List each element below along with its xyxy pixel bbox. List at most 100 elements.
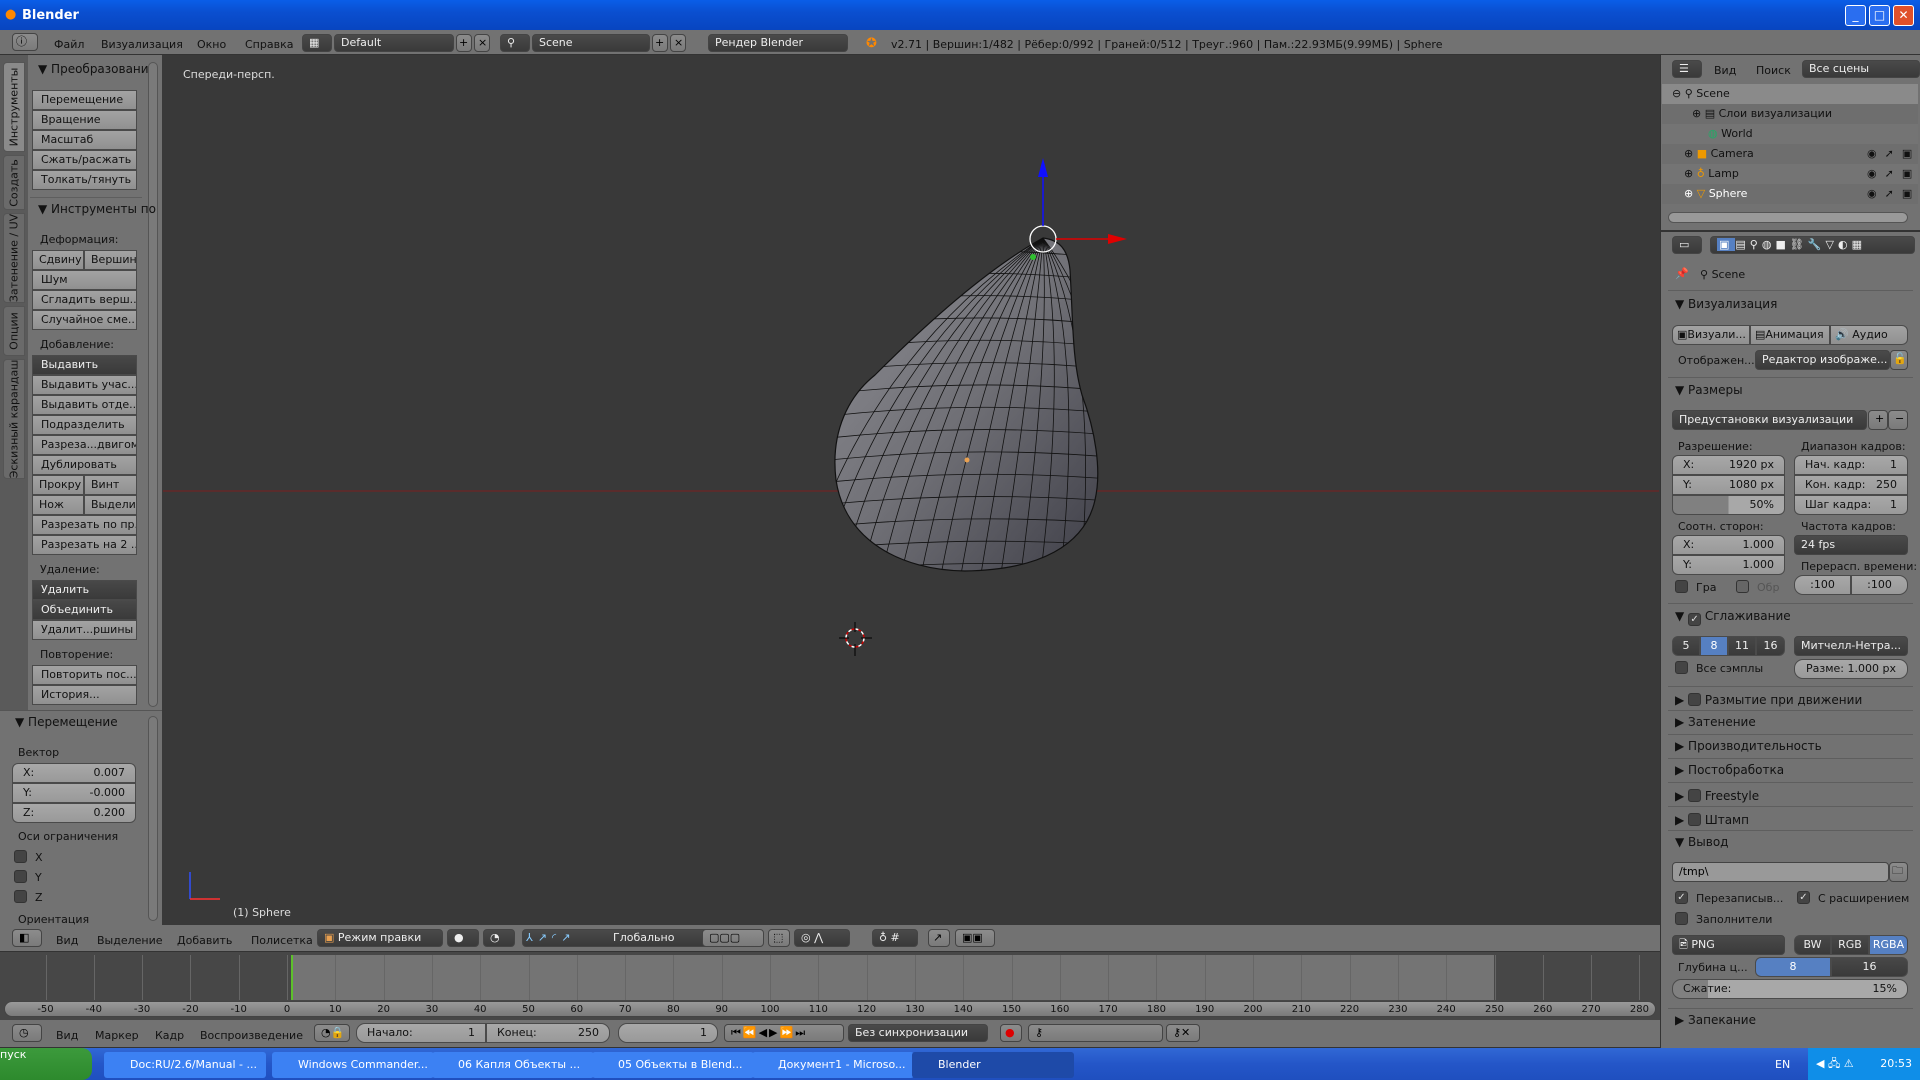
scale-button[interactable]: Масштаб bbox=[32, 130, 137, 150]
aa-samples-5[interactable]: 5 bbox=[1672, 636, 1700, 656]
keyframe-insert-delete-buttons[interactable]: ⚷✕ bbox=[1166, 1024, 1200, 1042]
restrict-icons[interactable]: ◉➚▣ bbox=[1867, 164, 1920, 184]
menu-outliner-search[interactable]: Поиск bbox=[1756, 64, 1791, 77]
constraint-y-checkbox[interactable] bbox=[14, 870, 27, 883]
scene-icon[interactable]: ⚲ bbox=[500, 34, 530, 52]
panel-header-performance[interactable]: ▶ Производительность bbox=[1675, 739, 1822, 753]
menu-frame[interactable]: Кадр bbox=[155, 1029, 184, 1042]
extrude-region-button[interactable]: Выдавить учас... bbox=[32, 375, 137, 395]
menu-select[interactable]: Выделение bbox=[97, 934, 163, 947]
outliner-row-lamp[interactable]: ⊕ ♁ Lamp ◉➚▣ bbox=[1662, 164, 1918, 184]
constraint-x-checkbox[interactable] bbox=[14, 850, 27, 863]
operator-panel-header[interactable]: ▼ Перемещение bbox=[15, 715, 118, 729]
spin-button[interactable]: Прокру bbox=[32, 475, 84, 495]
display-select[interactable]: Редактор изображе... bbox=[1755, 350, 1890, 370]
file-format-select[interactable]: 🖻 PNG bbox=[1672, 935, 1785, 955]
animation-button[interactable]: ▤Анимация bbox=[1750, 325, 1830, 345]
editor-type-3d-button[interactable]: ◧ bbox=[12, 929, 42, 947]
vector-y-field[interactable]: Y: -0.000 bbox=[12, 783, 136, 803]
color-depth-16[interactable]: 16 bbox=[1831, 957, 1908, 977]
frame-end-field[interactable]: Кон. кадр: 250 bbox=[1794, 475, 1908, 495]
add-preset-icon[interactable]: + bbox=[1868, 410, 1888, 430]
editor-type-properties-button[interactable]: ▭ bbox=[1672, 236, 1702, 254]
opengl-render-buttons[interactable]: ▣▣ bbox=[955, 929, 995, 947]
shrink-fatten-button[interactable]: Сжать/расжать bbox=[32, 150, 137, 170]
render-presets-select[interactable]: Предустановки визуализации bbox=[1672, 410, 1867, 430]
time-remap-new-field[interactable]: :100 bbox=[1851, 575, 1908, 595]
crop-checkbox[interactable] bbox=[1736, 580, 1749, 593]
editor-type-outliner-button[interactable]: ☰ bbox=[1672, 60, 1702, 78]
record-button[interactable]: ● bbox=[1000, 1024, 1022, 1042]
menu-playback[interactable]: Воспроизведение bbox=[200, 1029, 303, 1042]
editor-type-info-button[interactable]: ⓘ bbox=[12, 33, 38, 51]
slide-edge-button[interactable]: Сдвину bbox=[32, 250, 84, 270]
menu-timeline-view[interactable]: Вид bbox=[56, 1029, 78, 1042]
menu-window[interactable]: Окно bbox=[197, 38, 226, 51]
audio-button[interactable]: 🔊 Аудио bbox=[1830, 325, 1908, 345]
overwrite-checkbox[interactable]: ✓ bbox=[1675, 891, 1688, 904]
menu-file[interactable]: Файл bbox=[54, 38, 84, 51]
operator-scrollbar[interactable] bbox=[148, 716, 158, 921]
panel-header-stamp[interactable]: ▶ Штамп bbox=[1675, 811, 1749, 827]
language-indicator[interactable]: EN bbox=[1775, 1058, 1790, 1071]
outliner-display-select[interactable]: Все сцены bbox=[1802, 60, 1920, 78]
aspect-x-field[interactable]: X: 1.000 bbox=[1672, 535, 1785, 555]
aspect-y-field[interactable]: Y: 1.000 bbox=[1672, 555, 1785, 575]
knife-button[interactable]: Нож bbox=[32, 495, 84, 515]
color-mode-rgb[interactable]: RGB bbox=[1831, 935, 1869, 955]
editor-type-timeline-button[interactable]: ◷ bbox=[12, 1024, 42, 1042]
outliner-row-world[interactable]: ◍ World bbox=[1662, 124, 1918, 144]
timeline-ruler-scrollbar[interactable] bbox=[4, 1001, 1656, 1017]
subdivide-button[interactable]: Подразделить bbox=[32, 415, 137, 435]
select-mode-buttons[interactable]: ▢▢▢ bbox=[702, 929, 764, 947]
translate-button[interactable]: Перемещение bbox=[32, 90, 137, 110]
end-frame-field[interactable]: Конец: 250 bbox=[486, 1023, 610, 1043]
menu-outliner-view[interactable]: Вид bbox=[1714, 64, 1736, 77]
render-preview-button[interactable]: ↗ bbox=[928, 929, 950, 947]
aa-filter-select[interactable]: Митчелл-Нетра... bbox=[1794, 636, 1908, 656]
delete-dropdown[interactable]: Удалить bbox=[32, 580, 137, 600]
rotate-button[interactable]: Вращение bbox=[32, 110, 137, 130]
tab-grease-pencil[interactable]: Эскизный карандаш bbox=[3, 359, 25, 479]
frame-start-field[interactable]: Нач. кадр: 1 bbox=[1794, 455, 1908, 475]
outliner-row-scene[interactable]: ⊖ ⚲ Scene bbox=[1662, 84, 1918, 104]
add-scene-icon[interactable]: + bbox=[652, 34, 668, 52]
tray-icons[interactable]: ◀ 🖧 ⚠ bbox=[1816, 1057, 1854, 1070]
panel-header-dimensions[interactable]: ▼ Размеры bbox=[1675, 383, 1743, 397]
frame-rate-select[interactable]: 24 fps bbox=[1794, 535, 1908, 555]
compression-slider[interactable]: Сжатие: 15% bbox=[1672, 979, 1908, 999]
time-remap-old-field[interactable]: :100 bbox=[1794, 575, 1851, 595]
history-button[interactable]: История... bbox=[32, 685, 137, 705]
folder-browse-icon[interactable]: 🗀 bbox=[1889, 862, 1908, 882]
taskbar-item-chrome[interactable]: Doc:RU/2.6/Manual - ... bbox=[104, 1052, 266, 1078]
menu-render[interactable]: Визуализация bbox=[101, 38, 183, 51]
merge-dropdown[interactable]: Объединить bbox=[32, 600, 137, 620]
minimize-button[interactable]: _ bbox=[1845, 5, 1866, 26]
pivot-select[interactable]: ◔ bbox=[483, 929, 515, 947]
vector-x-field[interactable]: X: 0.007 bbox=[12, 763, 136, 783]
randomize-button[interactable]: Случайное сме... bbox=[32, 310, 137, 330]
outliner-row-render-layers[interactable]: ⊕ ▤ Слои визуализации bbox=[1662, 104, 1918, 124]
panel-header-output[interactable]: ▼ Вывод bbox=[1675, 835, 1728, 849]
sync-mode-select[interactable]: Без синхронизации bbox=[848, 1024, 988, 1042]
tab-tools[interactable]: Инструменты bbox=[3, 62, 25, 152]
proportional-edit-select[interactable]: ◎ ⋀ bbox=[794, 929, 850, 947]
aa-samples-11[interactable]: 11 bbox=[1728, 636, 1756, 656]
knife-select-button[interactable]: Выдели bbox=[84, 495, 137, 515]
restrict-icons[interactable]: ◉➚▣ bbox=[1867, 144, 1920, 164]
taskbar-item-windows-commander[interactable]: Windows Commander... bbox=[272, 1052, 434, 1078]
render-engine-select[interactable]: Рендер Blender bbox=[708, 34, 848, 52]
slide-vertex-button[interactable]: Вершин bbox=[84, 250, 137, 270]
render-button[interactable]: ▣Визуали... bbox=[1672, 325, 1750, 345]
repeat-last-button[interactable]: Повторить пос... bbox=[32, 665, 137, 685]
menu-marker[interactable]: Маркер bbox=[95, 1029, 139, 1042]
aa-samples-8[interactable]: 8 bbox=[1700, 636, 1728, 656]
remove-scene-icon[interactable]: × bbox=[670, 34, 686, 52]
extrude-dropdown[interactable]: Выдавить bbox=[32, 355, 137, 375]
frame-step-field[interactable]: Шаг кадра: 1 bbox=[1794, 495, 1908, 515]
vector-z-field[interactable]: Z: 0.200 bbox=[12, 803, 136, 823]
panel-header-post-processing[interactable]: ▶ Постобработка bbox=[1675, 763, 1784, 777]
antialiasing-checkbox[interactable]: ✓ bbox=[1688, 613, 1702, 626]
menu-add[interactable]: Добавить bbox=[177, 934, 232, 947]
menu-view[interactable]: Вид bbox=[56, 934, 78, 947]
